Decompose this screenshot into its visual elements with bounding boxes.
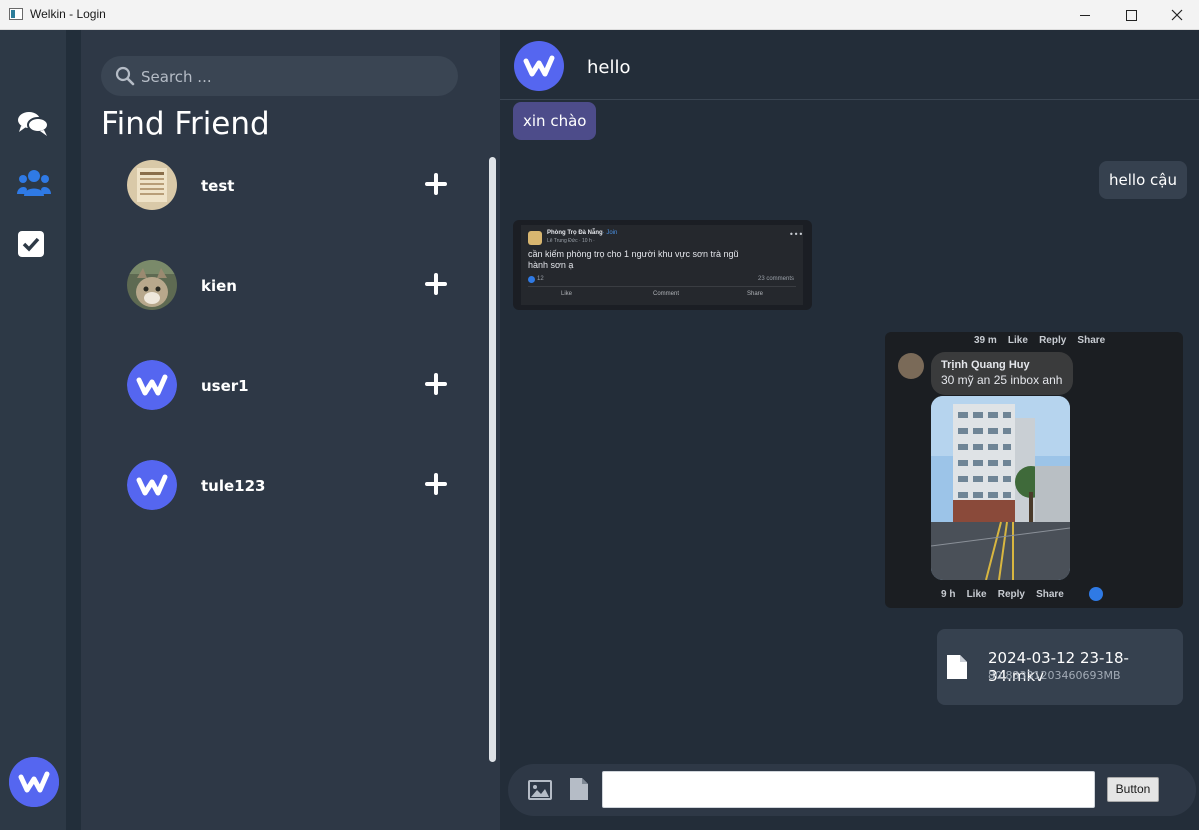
like-reaction-icon bbox=[1089, 587, 1103, 601]
add-friend-icon[interactable] bbox=[425, 273, 447, 295]
post-group-name: Phòng Trọ Đà Nẵng· Join bbox=[547, 230, 618, 236]
avatar bbox=[127, 160, 177, 210]
bottom-actions: 9 h Like Reply Share bbox=[941, 589, 1064, 600]
users-icon bbox=[17, 170, 51, 196]
window-titlebar: Welkin - Login bbox=[0, 0, 1199, 30]
building-photo bbox=[931, 396, 1070, 580]
comment-count: 23 comments bbox=[758, 276, 795, 282]
file-size: 80.83331203460693MB bbox=[988, 669, 1121, 682]
app-icon bbox=[9, 8, 23, 20]
maximize-button[interactable] bbox=[1108, 0, 1154, 30]
minimize-icon bbox=[1080, 14, 1090, 16]
file-icon bbox=[947, 655, 967, 679]
rail-divider bbox=[66, 30, 81, 830]
avatar bbox=[127, 260, 177, 310]
post-author: Lê Trung Đức · 10 h · bbox=[547, 238, 595, 244]
chat-bubbles-icon bbox=[18, 112, 49, 136]
join-link: · Join bbox=[602, 230, 618, 236]
reaction-count: 12 bbox=[537, 276, 544, 282]
nav-friends-button[interactable] bbox=[17, 168, 51, 198]
commenter-name: Trịnh Quang Huy bbox=[941, 359, 1030, 371]
nav-rail bbox=[0, 30, 66, 830]
post-divider bbox=[528, 286, 796, 287]
welkin-logo-icon bbox=[127, 360, 177, 410]
image-attach-icon[interactable] bbox=[528, 780, 552, 800]
welkin-logo-icon bbox=[514, 41, 564, 91]
minimize-button[interactable] bbox=[1062, 0, 1108, 30]
search-input[interactable]: Search ... bbox=[101, 56, 458, 96]
file-attach-icon[interactable] bbox=[570, 778, 588, 800]
friend-row: kien bbox=[127, 260, 467, 310]
comment-bubble: Trịnh Quang Huy 30 mỹ an 25 inbox anh bbox=[931, 352, 1073, 395]
find-friend-panel: Search ... Find Friend test kien user1 t… bbox=[81, 30, 500, 830]
message-composer: Button bbox=[508, 764, 1196, 816]
close-icon bbox=[1171, 9, 1183, 21]
image-message-incoming[interactable]: Phòng Trọ Đà Nẵng· Join Lê Trung Đức · 1… bbox=[513, 220, 812, 310]
friend-row: test bbox=[127, 160, 467, 210]
contact-name: hello bbox=[587, 57, 631, 78]
friend-row: user1 bbox=[127, 360, 467, 410]
avatar bbox=[127, 460, 177, 510]
add-friend-icon[interactable] bbox=[425, 173, 447, 195]
top-actions: 39 m Like Reply Share bbox=[974, 335, 1106, 346]
friend-name: tule123 bbox=[201, 477, 266, 495]
post-share-action: Share bbox=[747, 291, 764, 297]
image-message-outgoing[interactable]: 39 m Like Reply Share Trịnh Quang Huy 30… bbox=[885, 332, 1183, 608]
send-button[interactable]: Button bbox=[1107, 777, 1159, 802]
search-icon bbox=[115, 66, 135, 86]
friend-name: user1 bbox=[201, 377, 249, 395]
welkin-logo-icon bbox=[9, 757, 59, 807]
commenter-avatar bbox=[898, 353, 924, 379]
more-icon: ••• bbox=[789, 230, 804, 239]
friend-name: test bbox=[201, 177, 235, 195]
profile-avatar-button[interactable] bbox=[9, 757, 59, 807]
post-like-action: Like bbox=[561, 291, 573, 297]
group-avatar bbox=[528, 231, 542, 245]
message-bubble-outgoing: hello cậu bbox=[1099, 161, 1187, 199]
add-friend-icon[interactable] bbox=[425, 473, 447, 495]
checkbox-icon bbox=[18, 231, 44, 257]
post-comment-action: Comment bbox=[653, 291, 680, 297]
nav-tasks-button[interactable] bbox=[17, 230, 49, 260]
avatar bbox=[127, 360, 177, 410]
search-placeholder: Search ... bbox=[141, 68, 212, 86]
message-input[interactable] bbox=[602, 771, 1095, 808]
file-message-outgoing[interactable]: 2024-03-12 23-18-34.mkv 80.8333120346069… bbox=[937, 629, 1183, 705]
friend-name: kien bbox=[201, 277, 237, 295]
window-title: Welkin - Login bbox=[30, 7, 106, 21]
chat-panel: hello xin chào hello cậu Phòng Trọ Đà Nẵ… bbox=[500, 30, 1199, 830]
nav-chats-button[interactable] bbox=[17, 110, 49, 140]
friend-list-scrollbar[interactable] bbox=[489, 157, 496, 762]
contact-avatar[interactable] bbox=[514, 41, 564, 91]
post-body: cần kiếm phòng trọ cho 1 người khu vực s… bbox=[528, 249, 739, 270]
chat-header: hello bbox=[500, 30, 1199, 100]
page-title: Find Friend bbox=[101, 106, 270, 142]
add-friend-icon[interactable] bbox=[425, 373, 447, 395]
comment-text: 30 mỹ an 25 inbox anh bbox=[941, 373, 1063, 387]
message-bubble-incoming: xin chào bbox=[513, 102, 597, 140]
close-button[interactable] bbox=[1154, 0, 1199, 30]
like-reaction-icon bbox=[528, 276, 535, 283]
post-screenshot: Phòng Trọ Đà Nẵng· Join Lê Trung Đức · 1… bbox=[521, 225, 803, 305]
maximize-icon bbox=[1125, 9, 1137, 21]
friend-row: tule123 bbox=[127, 460, 467, 510]
welkin-logo-icon bbox=[127, 460, 177, 510]
